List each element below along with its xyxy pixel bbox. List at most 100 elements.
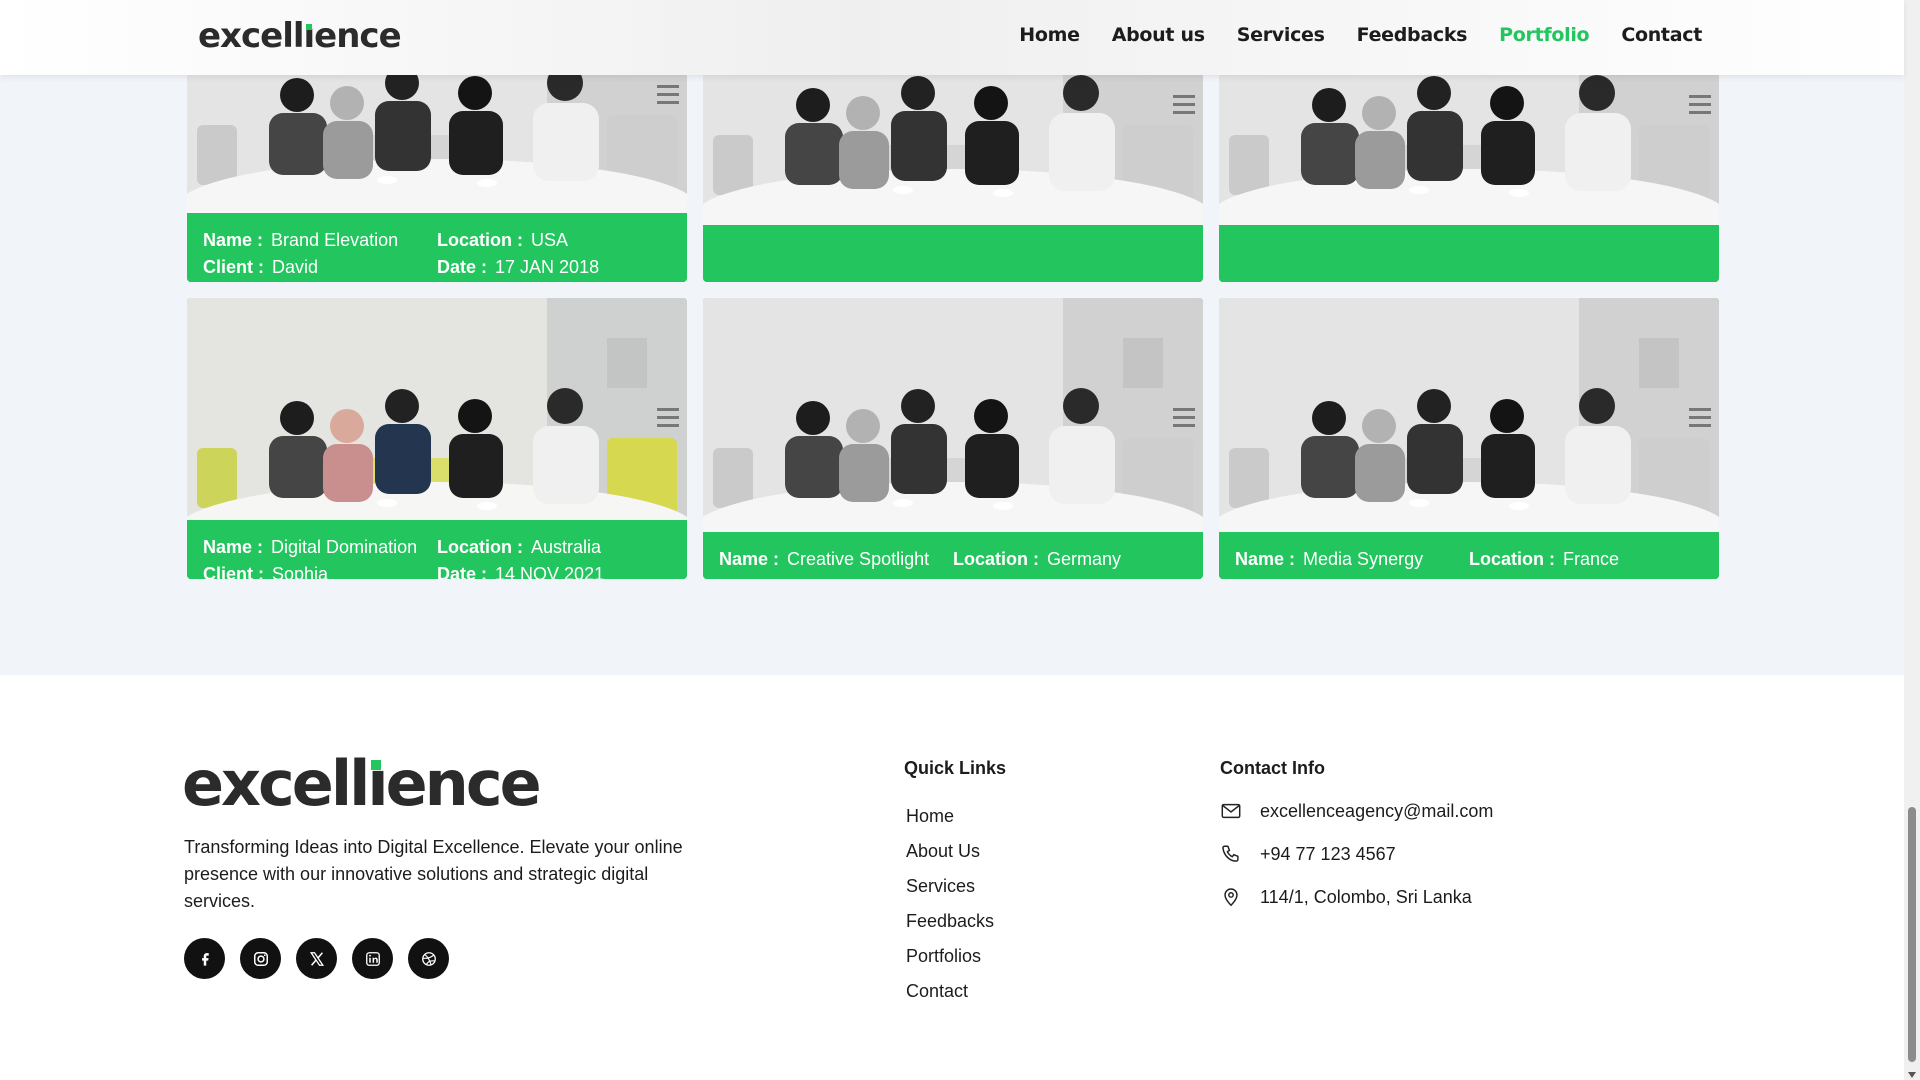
contact-phone: +94 77 123 4567 [1260, 843, 1396, 864]
portfolio-card[interactable]: Name : Media Synergy Location : France [1219, 298, 1719, 579]
nav-feedbacks[interactable]: Feedbacks [1357, 24, 1468, 46]
portfolio-photo [1219, 45, 1719, 279]
contact-email-row[interactable]: excellenceagency@mail.com [1220, 800, 1493, 822]
portfolio-info: Name :Billboard ImpactLocation :Canada [1219, 279, 1719, 282]
portfolio-info: Name : Brand Elevation Location : USA Client… [187, 213, 687, 282]
portfolio-info: Name : Creative Spotlight Location : German… [703, 532, 1203, 579]
project-client-label: Client : [203, 564, 264, 579]
project-name-value: Brand Elevation [271, 230, 399, 250]
project-client: Client : David [203, 254, 437, 281]
project-name-value: Media Synergy [1303, 549, 1424, 569]
project-location-value: Germany [1047, 549, 1122, 569]
portfolio-photo [187, 298, 687, 520]
footer-link-contact[interactable]: Contact [906, 974, 994, 1009]
project-date: Date : 17 JAN 2018 [437, 254, 671, 281]
project-name: Name : Media Synergy [1235, 546, 1469, 573]
footer-link-about[interactable]: About Us [906, 834, 994, 869]
project-name: Name : Brand Elevation [203, 227, 437, 254]
project-client-value: David [272, 257, 319, 277]
portfolio-info: Name :Social BoostLocation :UK [703, 279, 1203, 282]
quick-links-title: Quick Links [904, 758, 1007, 778]
contact-address-row: 114/1, Colombo, Sri Lanka [1220, 886, 1472, 908]
project-location-value: Australia [531, 537, 602, 557]
header-logo[interactable]: excell ıence [198, 16, 402, 56]
footer-link-services[interactable]: Services [906, 869, 994, 904]
footer-logo-text-right: ence [385, 747, 542, 820]
project-date-label: Date : [437, 257, 488, 277]
project-location-label: Location : [1469, 549, 1555, 569]
contact-phone-row[interactable]: +94 77 123 4567 [1220, 843, 1396, 865]
contact-address: 114/1, Colombo, Sri Lanka [1260, 886, 1472, 907]
footer-link-feedbacks[interactable]: Feedbacks [906, 904, 994, 939]
info-row-client: Client : Sophia Date : 14 NOV 2021 [203, 561, 671, 579]
info-row-name: Name : Creative Spotlight Location : German… [719, 546, 1187, 573]
meeting-photo [703, 298, 1203, 532]
project-name-value: Digital Domination [271, 537, 418, 557]
info-row-name: Name : Media Synergy Location : France [1235, 546, 1703, 573]
page-scrollbar[interactable] [1904, 0, 1920, 1080]
logo-text-right: ence [314, 16, 401, 56]
mail-icon [1221, 803, 1241, 819]
project-date-value: 14 NOV 2021 [495, 564, 605, 579]
project-name-label: Name : [719, 549, 780, 569]
project-location-label: Location : [437, 537, 523, 557]
project-name: Name : Digital Domination [203, 534, 437, 561]
logo-accent-dot [305, 24, 312, 30]
project-client-label: Client : [203, 257, 264, 277]
quick-links-list: Home About Us Services Feedbacks Portfol… [906, 799, 994, 1009]
nav-services[interactable]: Services [1237, 24, 1325, 46]
portfolio-card[interactable]: Name : Digital Domination Location : Austra… [187, 298, 687, 579]
logo-text-left: excell [198, 16, 305, 56]
portfolio-info: Name : Media Synergy Location : France [1219, 532, 1719, 579]
project-client: Client : Sophia [203, 561, 437, 579]
logo-accent-letter: ı [303, 16, 316, 56]
portfolio-card[interactable]: Name :Social BoostLocation :UK [703, 45, 1203, 282]
footer-link-portfolios[interactable]: Portfolios [906, 939, 994, 974]
project-date-label: Date : [437, 564, 488, 579]
x-link[interactable] [296, 938, 337, 979]
linkedin-link[interactable] [352, 938, 393, 979]
site-header: excell ıence Home About us Services Feedb… [0, 0, 1904, 75]
instagram-link[interactable] [240, 938, 281, 979]
project-location: Location : Germany [953, 546, 1187, 573]
project-name-value: Creative Spotlight [787, 549, 930, 569]
footer-logo-text-left: excell [182, 747, 370, 820]
footer-logo-accent-letter: ı [367, 747, 388, 820]
portfolio-photo [1219, 298, 1719, 532]
project-name-label: Name : [203, 230, 264, 250]
meeting-photo [1219, 298, 1719, 532]
meeting-photo [187, 298, 687, 520]
nav-contact[interactable]: Contact [1621, 24, 1702, 46]
portfolio-card[interactable]: Name :Billboard ImpactLocation :Canada [1219, 45, 1719, 282]
project-date-value: 17 JAN 2018 [495, 257, 600, 277]
portfolio-card[interactable]: Name : Brand Elevation Location : USA Client… [187, 45, 687, 282]
portfolio-card[interactable]: Name : Creative Spotlight Location : German… [703, 298, 1203, 579]
project-location: Location : Australia [437, 534, 671, 561]
contact-info-title: Contact Info [1220, 758, 1325, 778]
info-row-name: Name : Brand Elevation Location : USA [203, 227, 671, 254]
linkedin-icon [365, 951, 380, 966]
scroll-down-arrow-icon[interactable] [1908, 1072, 1916, 1078]
footer-logo[interactable]: excell ıence [182, 747, 542, 820]
nav-about[interactable]: About us [1112, 24, 1205, 46]
footer-link-home[interactable]: Home [906, 799, 994, 834]
facebook-link[interactable] [184, 938, 225, 979]
nav-portfolio[interactable]: Portfolio [1499, 24, 1589, 46]
info-row-name: Name : Digital Domination Location : Austra… [203, 534, 671, 561]
scrollbar-thumb[interactable] [1908, 807, 1916, 1062]
social-links [184, 938, 449, 979]
portfolio-photo [703, 45, 1203, 279]
project-location-value: France [1563, 549, 1620, 569]
project-location-label: Location : [437, 230, 523, 250]
dribbble-link[interactable] [408, 938, 449, 979]
info-row-client: Client : David Date : 17 JAN 2018 [203, 254, 671, 281]
instagram-icon [253, 951, 268, 966]
project-client-value: Sophia [272, 564, 329, 579]
project-location-value: USA [531, 230, 569, 250]
contact-email: excellenceagency@mail.com [1260, 800, 1494, 821]
project-date: Date : 14 NOV 2021 [437, 561, 671, 579]
main-nav: Home About us Services Feedbacks Portfol… [1019, 24, 1702, 46]
nav-home[interactable]: Home [1019, 24, 1080, 46]
portfolio-photo [703, 298, 1203, 532]
project-name-label: Name : [1235, 549, 1296, 569]
